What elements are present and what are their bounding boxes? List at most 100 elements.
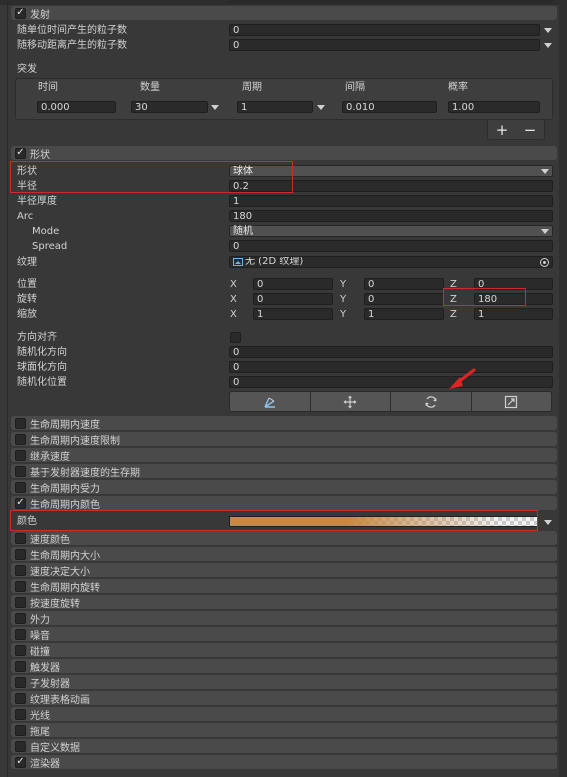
chevron-down-icon — [541, 229, 549, 234]
module-checkbox[interactable] — [15, 660, 26, 672]
rotation-y-field[interactable]: 0 — [364, 293, 444, 305]
burst-interval-field[interactable]: 0.010 — [342, 101, 437, 113]
module-checkbox[interactable] — [15, 449, 26, 461]
module-checkbox[interactable] — [15, 628, 26, 640]
burst-cycles-mode-arrow[interactable] — [317, 105, 325, 110]
module-label: 继承速度 — [30, 451, 70, 463]
module-label: 速度颜色 — [30, 534, 70, 546]
arc-field[interactable]: 180 — [229, 210, 553, 222]
module-triggers[interactable]: 触发器 — [11, 659, 557, 674]
module-rotation-over-lifetime[interactable]: 生命周期内旋转 — [11, 579, 557, 594]
module-checkbox[interactable] — [15, 692, 26, 704]
module-inherit-velocity[interactable]: 继承速度 — [11, 448, 557, 463]
burst-time-field[interactable]: 0.000 — [37, 101, 116, 113]
module-checkbox[interactable] — [15, 465, 26, 477]
rotate-shape-button[interactable] — [391, 392, 472, 411]
arc-mode-value: 随机 — [233, 226, 253, 237]
module-custom-data[interactable]: 自定义数据 — [11, 739, 557, 754]
radius-thickness-field[interactable]: 1 — [229, 195, 553, 207]
align-to-direction-label: 方向对齐 — [17, 332, 57, 343]
scrollbar[interactable] — [559, 0, 567, 777]
scale-y-field[interactable]: 1 — [364, 308, 444, 320]
burst-count-field[interactable]: 30 — [131, 101, 208, 113]
color-gradient-field[interactable] — [229, 516, 538, 527]
rate-over-distance-label: 随移动距离产生的粒子数 — [17, 40, 127, 51]
module-external-forces[interactable]: 外力 — [11, 611, 557, 626]
rate-over-time-field[interactable]: 0 — [229, 24, 540, 36]
position-z-field[interactable]: 0 — [474, 278, 553, 290]
module-trails[interactable]: 拖尾 — [11, 723, 557, 738]
rotation-z-field[interactable]: 180 — [474, 293, 553, 305]
position-x-field[interactable]: 0 — [253, 278, 333, 290]
burst-probability-field[interactable]: 1.00 — [448, 101, 540, 113]
module-checkbox[interactable] — [15, 481, 26, 493]
module-color-by-speed[interactable]: 速度颜色 — [11, 531, 557, 546]
module-rotation-by-speed[interactable]: 按速度旋转 — [11, 595, 557, 610]
module-checkbox[interactable]: ✓ — [15, 497, 26, 509]
module-checkbox[interactable] — [15, 708, 26, 720]
module-checkbox[interactable] — [15, 676, 26, 688]
rate-over-distance-field[interactable]: 0 — [229, 39, 540, 51]
module-texture-sheet-animation[interactable]: 纹理表格动画 — [11, 691, 557, 706]
shape-type-value: 球体 — [233, 166, 253, 177]
module-checkbox[interactable] — [15, 596, 26, 608]
move-shape-button[interactable] — [310, 392, 391, 411]
position-y-field[interactable]: 0 — [364, 278, 444, 290]
spherize-direction-label: 球面化方向 — [17, 362, 67, 373]
shape-type-dropdown[interactable]: 球体 — [229, 165, 553, 177]
module-checkbox[interactable] — [15, 564, 26, 576]
object-picker-icon[interactable] — [540, 258, 549, 267]
module-sub-emitters[interactable]: 子发射器 — [11, 675, 557, 690]
module-checkbox[interactable] — [15, 433, 26, 445]
module-checkbox[interactable]: ✓ — [15, 756, 26, 768]
module-checkbox[interactable] — [15, 417, 26, 429]
emission-module-header[interactable]: ✓ 发射 — [11, 6, 557, 21]
radius-field[interactable]: 0.2 — [229, 180, 553, 192]
texture-object-field[interactable]: 无 (2D 纹理) — [229, 256, 553, 268]
module-checkbox[interactable] — [15, 532, 26, 544]
module-checkbox[interactable] — [15, 724, 26, 736]
module-force-over-lifetime[interactable]: 生命周期内受力 — [11, 480, 557, 495]
rate-over-time-mode-arrow[interactable] — [544, 28, 552, 33]
remove-burst-button[interactable]: − — [524, 121, 537, 139]
rate-over-distance-mode-arrow[interactable] — [544, 43, 552, 48]
rotation-x-field[interactable]: 0 — [253, 293, 333, 305]
module-checkbox[interactable] — [15, 612, 26, 624]
arc-spread-field[interactable]: 0 — [229, 240, 553, 252]
bursts-col-probability: 概率 — [448, 82, 468, 93]
module-color-over-lifetime[interactable]: ✓ 生命周期内颜色 — [11, 496, 557, 511]
burst-cycles-field[interactable]: 1 — [237, 101, 313, 113]
module-checkbox[interactable] — [15, 548, 26, 560]
module-velocity-over-lifetime[interactable]: 生命周期内速度 — [11, 416, 557, 431]
scale-x-label: X — [230, 309, 237, 320]
module-checkbox[interactable] — [15, 580, 26, 592]
align-to-direction-checkbox[interactable] — [230, 332, 241, 343]
module-size-by-speed[interactable]: 速度决定大小 — [11, 563, 557, 578]
module-size-over-lifetime[interactable]: 生命周期内大小 — [11, 547, 557, 562]
scale-x-field[interactable]: 1 — [253, 308, 333, 320]
spherize-direction-field[interactable]: 0 — [229, 361, 553, 373]
burst-count-mode-arrow[interactable] — [211, 105, 219, 110]
bursts-list — [15, 78, 553, 120]
randomize-position-field[interactable]: 0 — [229, 376, 553, 388]
arc-mode-label: Mode — [32, 226, 60, 237]
emission-checkbox[interactable]: ✓ — [15, 7, 26, 19]
randomize-direction-field[interactable]: 0 — [229, 346, 553, 358]
add-burst-button[interactable]: + — [496, 121, 509, 139]
scale-z-field[interactable]: 1 — [474, 308, 553, 320]
module-collision[interactable]: 碰撞 — [11, 643, 557, 658]
shape-module-header[interactable]: ✓ 形状 — [11, 146, 557, 161]
module-noise[interactable]: 噪音 — [11, 627, 557, 642]
module-lifetime-by-emitter-speed[interactable]: 基于发射器速度的生存期 — [11, 464, 557, 479]
bursts-label: 突发 — [17, 64, 37, 75]
module-lights[interactable]: 光线 — [11, 707, 557, 722]
arc-mode-dropdown[interactable]: 随机 — [229, 225, 553, 237]
shape-checkbox[interactable]: ✓ — [15, 147, 26, 159]
module-limit-velocity-over-lifetime[interactable]: 生命周期内速度限制 — [11, 432, 557, 447]
module-checkbox[interactable] — [15, 644, 26, 656]
module-checkbox[interactable] — [15, 740, 26, 752]
scale-shape-button[interactable] — [471, 392, 551, 411]
color-mode-arrow[interactable] — [544, 520, 552, 525]
edit-shape-button[interactable] — [230, 392, 311, 411]
module-renderer[interactable]: ✓ 渲染器 — [11, 755, 557, 770]
